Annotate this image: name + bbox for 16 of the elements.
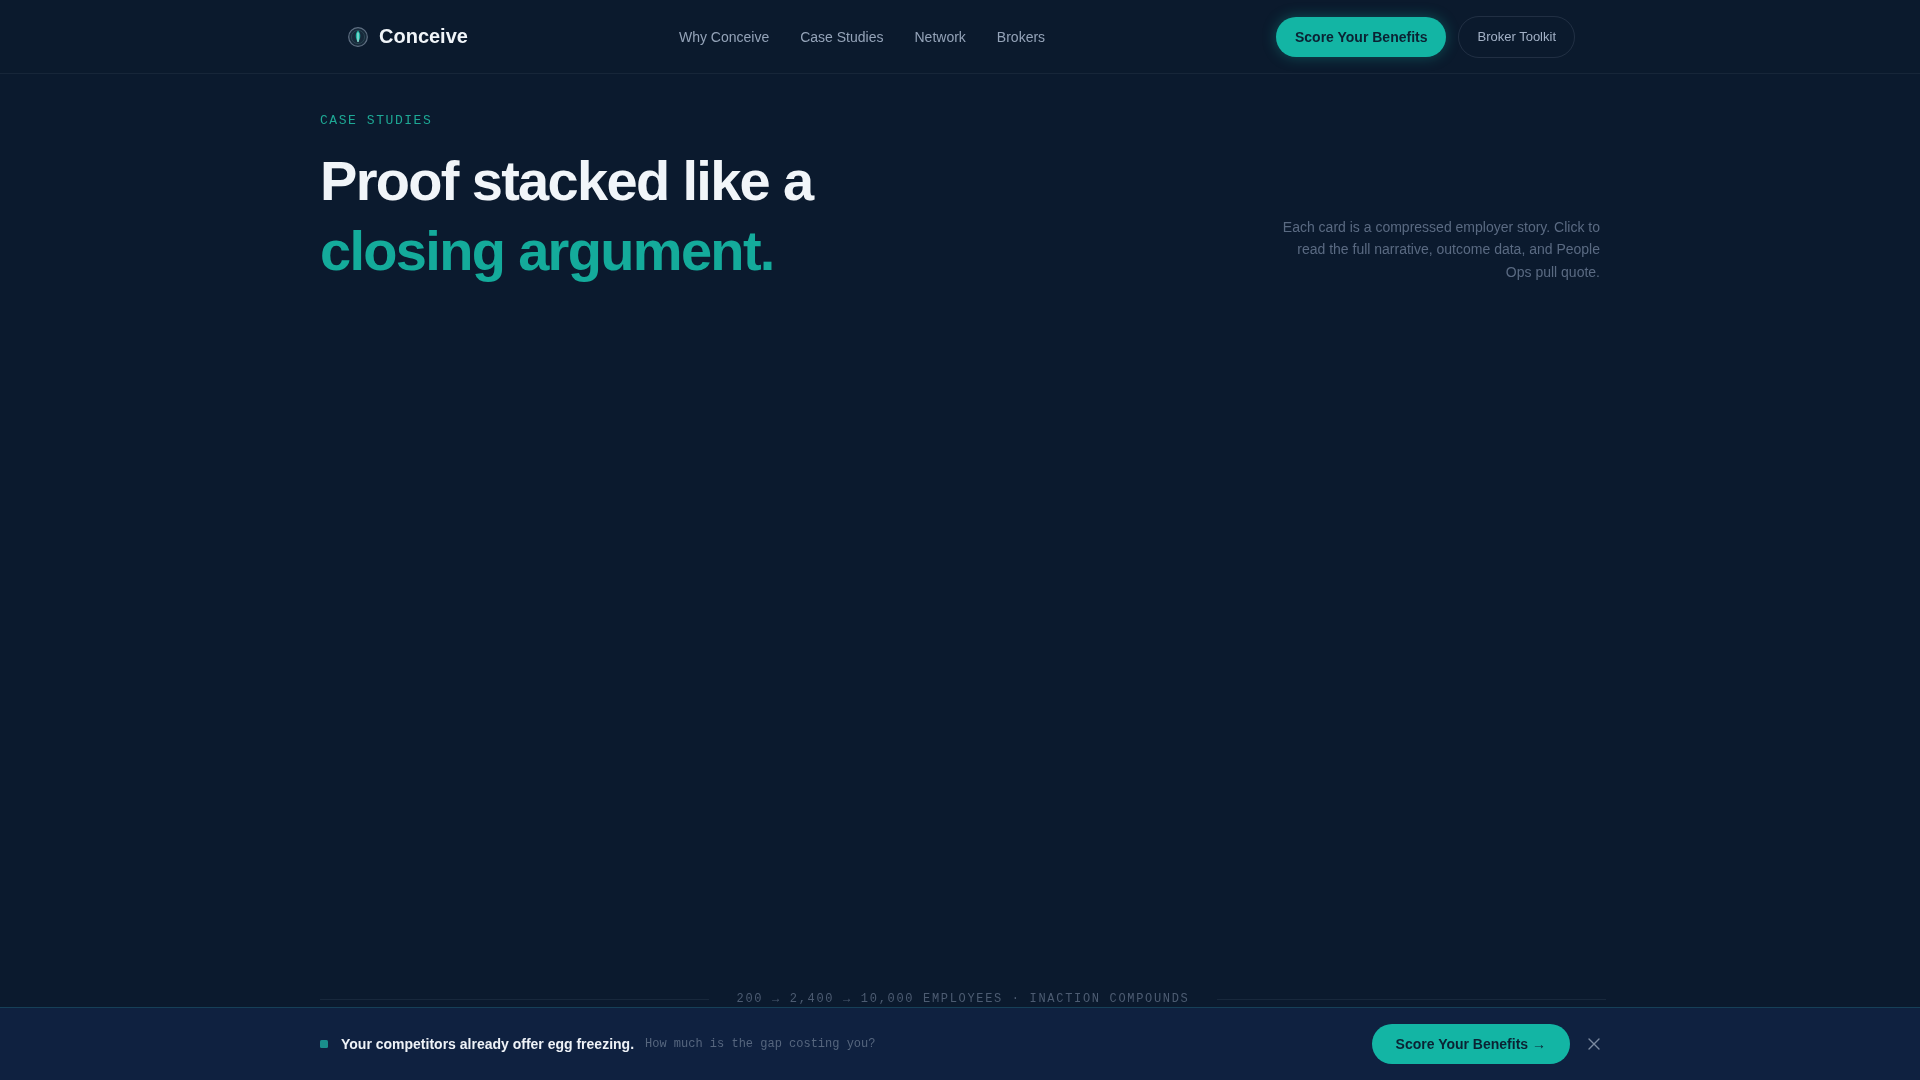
cta-subtext: How much is the gap costing you?	[645, 1037, 876, 1051]
primary-cta-button[interactable]: Score Your Benefits	[1275, 16, 1447, 57]
nav-link[interactable]: Network	[914, 28, 966, 45]
close-icon[interactable]	[1588, 1038, 1600, 1050]
hero-headline: Proof stacked like a closing argument.	[320, 148, 813, 284]
leaf-emblem-icon	[348, 26, 368, 47]
intro-paragraph: Each card is a compressed employer story. Click to read the full narrative, outcome data, and People Ops pull quote.	[1281, 217, 1600, 282]
square-marker-icon	[320, 1040, 328, 1048]
ticker-text: 200 → 2,400 → 10,000 EMPLOYEES · INACTION COMPOUNDS	[736, 991, 1190, 1007]
nav-link[interactable]: Brokers	[996, 28, 1046, 45]
primary-cta-button[interactable]: Score Your Benefits →	[1371, 1024, 1570, 1064]
nav-link[interactable]: Case Studies	[800, 28, 884, 45]
nav-link[interactable]: Why Conceive	[678, 28, 770, 45]
section-eyebrow: CASE STUDIES	[320, 113, 433, 129]
brand-name[interactable]: Conceive	[379, 25, 468, 48]
cta-headline: Your competitors already offer egg freezing.	[341, 1036, 635, 1052]
